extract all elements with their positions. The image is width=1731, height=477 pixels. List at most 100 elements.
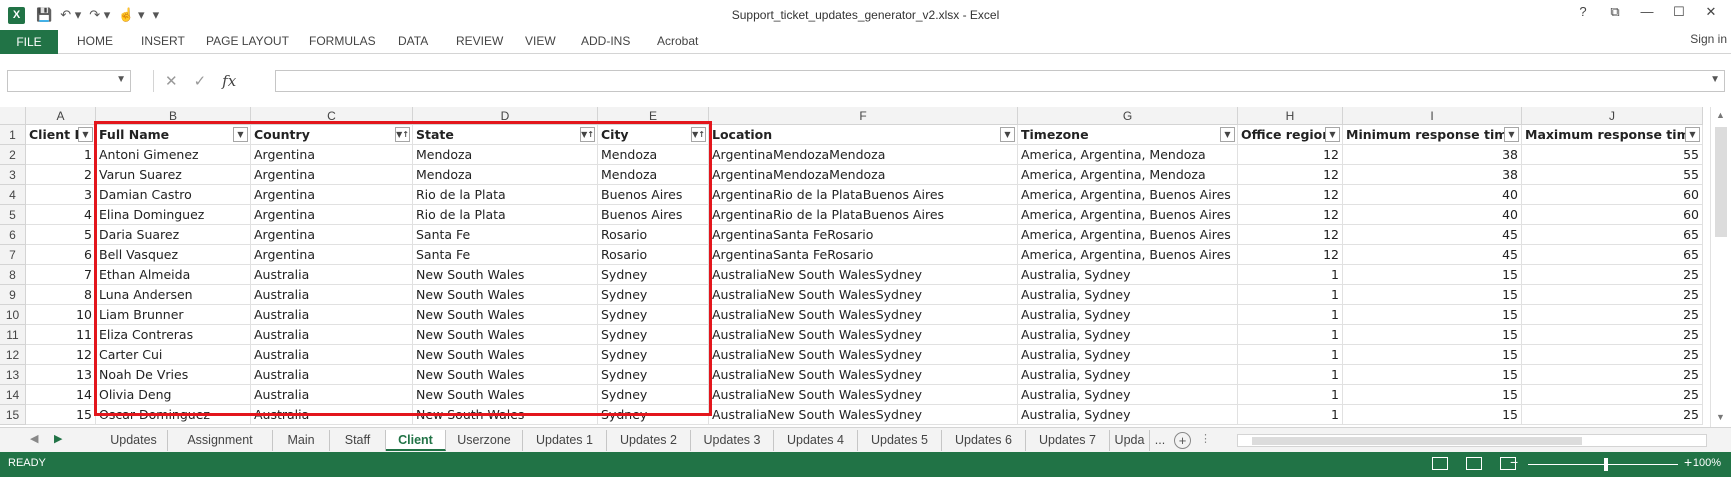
header-cell[interactable]: Maximum response time ▼ bbox=[1522, 125, 1703, 145]
row-header[interactable]: 12 bbox=[0, 345, 26, 365]
table-cell[interactable]: 40 bbox=[1343, 205, 1522, 225]
zoom-out-icon[interactable]: − bbox=[1510, 454, 1518, 470]
table-cell[interactable]: 15 bbox=[1343, 385, 1522, 405]
table-cell[interactable]: ArgentinaRio de la PlataBuenos Aires bbox=[709, 185, 1018, 205]
table-cell[interactable]: Australia bbox=[251, 405, 413, 425]
tab-insert[interactable]: INSERT bbox=[141, 34, 185, 48]
table-cell[interactable]: AustraliaNew South WalesSydney bbox=[709, 305, 1018, 325]
zoom-slider[interactable]: − + bbox=[1510, 454, 1700, 472]
column-header-g[interactable]: G bbox=[1018, 107, 1238, 125]
filter-dropdown-icon[interactable]: ▼ bbox=[1685, 127, 1700, 142]
insert-function-icon[interactable]: fx bbox=[222, 72, 236, 90]
table-cell[interactable]: 60 bbox=[1522, 205, 1703, 225]
sheet-tab-updates[interactable]: Updates bbox=[100, 430, 168, 451]
tab-view[interactable]: VIEW bbox=[525, 34, 556, 48]
table-cell[interactable]: 2 bbox=[26, 165, 96, 185]
table-cell[interactable]: Eliza Contreras bbox=[96, 325, 251, 345]
expand-formula-bar-icon[interactable]: ▼ bbox=[1710, 74, 1720, 85]
normal-view-icon[interactable] bbox=[1432, 457, 1448, 470]
table-cell[interactable]: 38 bbox=[1343, 165, 1522, 185]
row-header[interactable]: 10 bbox=[0, 305, 26, 325]
table-cell[interactable]: 15 bbox=[1343, 325, 1522, 345]
table-cell[interactable]: New South Wales bbox=[413, 285, 598, 305]
table-cell[interactable]: ArgentinaRio de la PlataBuenos Aires bbox=[709, 205, 1018, 225]
table-cell[interactable]: Argentina bbox=[251, 205, 413, 225]
table-cell[interactable]: Sydney bbox=[598, 265, 709, 285]
table-cell[interactable]: 25 bbox=[1522, 365, 1703, 385]
table-cell[interactable]: 15 bbox=[1343, 305, 1522, 325]
table-cell[interactable]: Buenos Aires bbox=[598, 185, 709, 205]
worksheet-grid[interactable]: A B C D E F G H I J 1 Client ID ▼ Full Name ▼ Country ▼↑… bbox=[0, 107, 1710, 427]
table-cell[interactable]: Buenos Aires bbox=[598, 205, 709, 225]
scrollbar-thumb[interactable] bbox=[1252, 437, 1582, 445]
maximize-button[interactable]: ☐ bbox=[1665, 4, 1693, 20]
row-header[interactable]: 3 bbox=[0, 165, 26, 185]
table-cell[interactable]: 12 bbox=[1238, 165, 1343, 185]
next-sheet-icon[interactable]: ▶ bbox=[54, 432, 62, 445]
chevron-down-icon[interactable]: ▼ bbox=[116, 74, 126, 85]
table-cell[interactable]: 15 bbox=[1343, 405, 1522, 425]
header-cell[interactable]: Location ▼ bbox=[709, 125, 1018, 145]
table-cell[interactable]: Rosario bbox=[598, 245, 709, 265]
table-cell[interactable]: 1 bbox=[1238, 345, 1343, 365]
table-cell[interactable]: Australia bbox=[251, 365, 413, 385]
table-cell[interactable]: America, Argentina, Mendoza bbox=[1018, 165, 1238, 185]
table-cell[interactable]: Luna Andersen bbox=[96, 285, 251, 305]
prev-sheet-icon[interactable]: ◀ bbox=[30, 432, 38, 445]
zoom-in-icon[interactable]: + bbox=[1684, 454, 1692, 470]
table-cell[interactable]: AustraliaNew South WalesSydney bbox=[709, 265, 1018, 285]
table-cell[interactable]: Australia, Sydney bbox=[1018, 285, 1238, 305]
enter-icon[interactable]: ✓ bbox=[194, 72, 207, 90]
table-cell[interactable]: Sydney bbox=[598, 385, 709, 405]
tab-split-icon[interactable]: ⋮ bbox=[1200, 432, 1211, 445]
table-cell[interactable]: 12 bbox=[1238, 145, 1343, 165]
header-cell[interactable]: Full Name ▼ bbox=[96, 125, 251, 145]
header-cell[interactable]: Office region ▼ bbox=[1238, 125, 1343, 145]
table-cell[interactable]: Mendoza bbox=[598, 165, 709, 185]
tab-home[interactable]: HOME bbox=[77, 34, 113, 48]
column-header-f[interactable]: F bbox=[709, 107, 1018, 125]
sheet-tab-main[interactable]: Main bbox=[273, 430, 330, 451]
table-cell[interactable]: America, Argentina, Mendoza bbox=[1018, 145, 1238, 165]
minimize-button[interactable]: — bbox=[1633, 4, 1661, 20]
table-cell[interactable]: 1 bbox=[1238, 365, 1343, 385]
table-cell[interactable]: Australia bbox=[251, 265, 413, 285]
cancel-icon[interactable]: ✕ bbox=[165, 72, 178, 90]
table-cell[interactable]: 12 bbox=[26, 345, 96, 365]
table-cell[interactable]: 25 bbox=[1522, 345, 1703, 365]
sheet-tab-updates-2[interactable]: Updates 2 bbox=[607, 430, 691, 451]
zoom-level[interactable]: 100% bbox=[1693, 457, 1721, 469]
row-header[interactable]: 14 bbox=[0, 385, 26, 405]
table-cell[interactable]: Mendoza bbox=[598, 145, 709, 165]
tab-page-layout[interactable]: PAGE LAYOUT bbox=[206, 34, 289, 48]
filter-dropdown-icon[interactable]: ▼ bbox=[1325, 127, 1340, 142]
table-cell[interactable]: 1 bbox=[1238, 325, 1343, 345]
sheet-tab-client[interactable]: Client bbox=[386, 430, 446, 451]
table-cell[interactable]: Sydney bbox=[598, 365, 709, 385]
table-cell[interactable]: Rio de la Plata bbox=[413, 205, 598, 225]
ribbon-display-button[interactable]: ⧉ bbox=[1601, 4, 1629, 20]
column-header-i[interactable]: I bbox=[1343, 107, 1522, 125]
column-header-j[interactable]: J bbox=[1522, 107, 1703, 125]
table-cell[interactable]: New South Wales bbox=[413, 345, 598, 365]
row-header[interactable]: 13 bbox=[0, 365, 26, 385]
table-cell[interactable]: 11 bbox=[26, 325, 96, 345]
table-cell[interactable]: AustraliaNew South WalesSydney bbox=[709, 385, 1018, 405]
table-cell[interactable]: New South Wales bbox=[413, 405, 598, 425]
sheet-tab-assignment[interactable]: Assignment bbox=[168, 430, 273, 451]
header-cell[interactable]: Timezone ▼ bbox=[1018, 125, 1238, 145]
table-cell[interactable]: Sydney bbox=[598, 405, 709, 425]
table-cell[interactable]: Australia, Sydney bbox=[1018, 305, 1238, 325]
table-cell[interactable]: Australia, Sydney bbox=[1018, 265, 1238, 285]
table-cell[interactable]: Noah De Vries bbox=[96, 365, 251, 385]
table-cell[interactable]: Damian Castro bbox=[96, 185, 251, 205]
table-cell[interactable]: 1 bbox=[26, 145, 96, 165]
table-cell[interactable]: Santa Fe bbox=[413, 245, 598, 265]
table-cell[interactable]: 13 bbox=[26, 365, 96, 385]
table-cell[interactable]: New South Wales bbox=[413, 365, 598, 385]
table-cell[interactable]: Ethan Almeida bbox=[96, 265, 251, 285]
horizontal-scrollbar[interactable] bbox=[1237, 434, 1707, 447]
sheet-tab-updates-1[interactable]: Updates 1 bbox=[523, 430, 607, 451]
table-cell[interactable]: America, Argentina, Buenos Aires bbox=[1018, 205, 1238, 225]
table-cell[interactable]: Australia bbox=[251, 385, 413, 405]
